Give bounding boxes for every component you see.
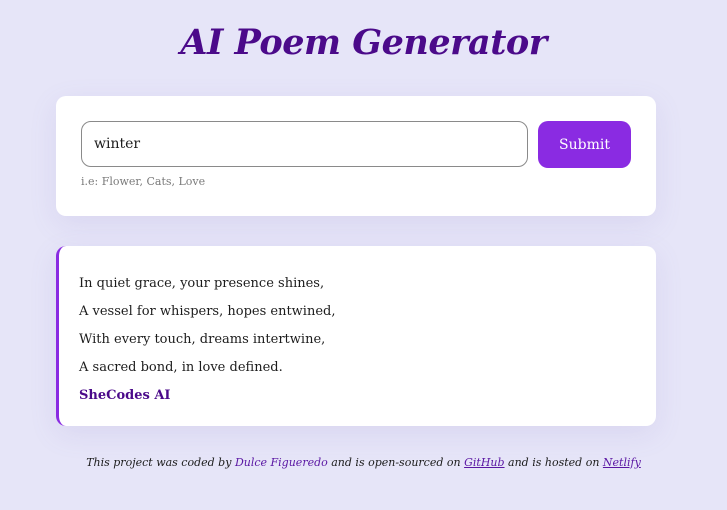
footer-text: and is hosted on (504, 456, 603, 469)
poem-line: In quiet grace, your presence shines, (79, 276, 325, 291)
github-link[interactable]: GitHub (464, 456, 504, 469)
poem-card: In quiet grace, your presence shines, A … (56, 246, 656, 426)
footer-text: This project was coded by (86, 456, 235, 469)
poem-line: A sacred bond, in love defined. (79, 360, 283, 375)
netlify-link[interactable]: Netlify (603, 456, 641, 469)
submit-button[interactable]: Submit (538, 121, 631, 168)
author-link[interactable]: Dulce Figueredo (235, 456, 328, 469)
search-form-card: Submit i.e: Flower, Cats, Love (56, 96, 656, 216)
page-title: AI Poem Generator (180, 22, 547, 63)
poem-line: With every touch, dreams intertwine, (79, 332, 326, 347)
poem-line: A vessel for whispers, hopes entwined, (79, 304, 336, 319)
input-hint: i.e: Flower, Cats, Love (81, 175, 206, 188)
poem-signature: SheCodes AI (79, 388, 171, 403)
footer: This project was coded by Dulce Figuered… (0, 456, 727, 469)
topic-input[interactable] (81, 121, 528, 167)
footer-text: and is open-sourced on (327, 456, 465, 469)
